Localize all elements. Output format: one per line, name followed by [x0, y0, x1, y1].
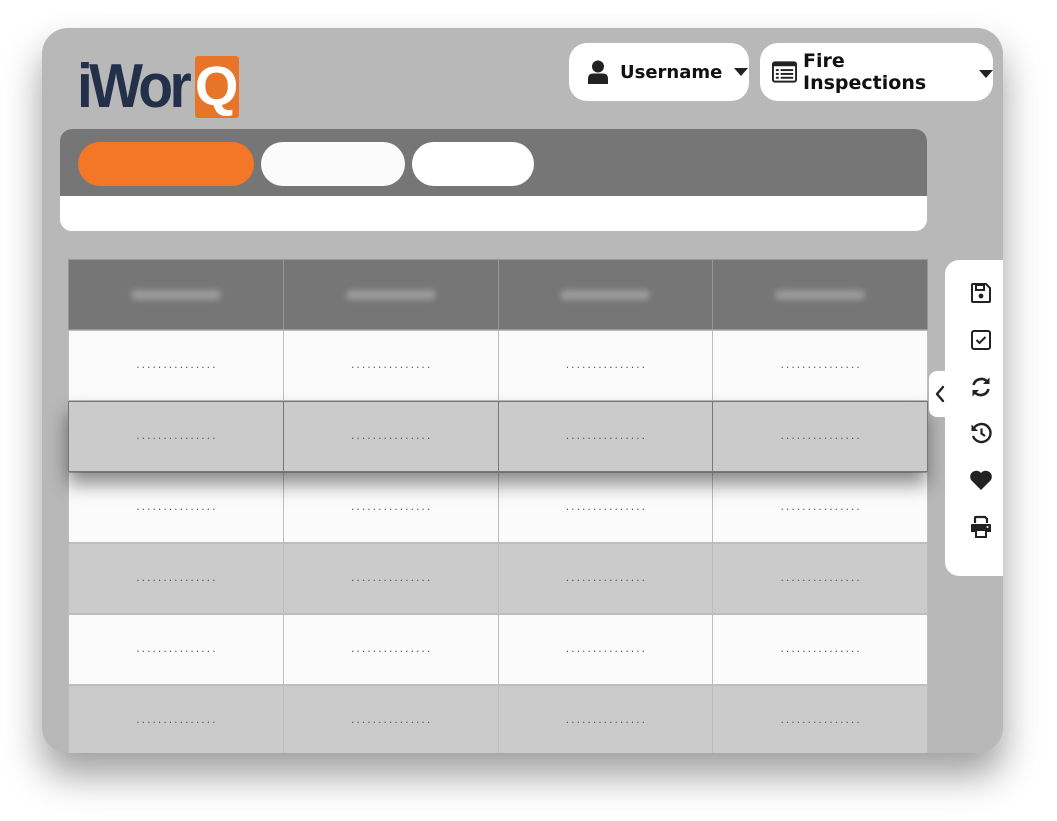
- table-cell[interactable]: ...............: [68, 614, 284, 685]
- table-cell[interactable]: ...............: [282, 330, 499, 401]
- chevron-left-icon: [935, 385, 945, 403]
- cell-value: ...............: [779, 715, 861, 726]
- save-button[interactable]: [967, 279, 995, 307]
- cell-value: ...............: [135, 360, 217, 371]
- app-window: iWor Q Username Fire Inspections .......…: [42, 28, 1003, 753]
- cell-value: ...............: [135, 573, 217, 584]
- module-menu-button[interactable]: Fire Inspections: [760, 43, 993, 101]
- cell-value: ...............: [135, 715, 217, 726]
- table-row[interactable]: ........................................…: [68, 614, 928, 685]
- chevron-down-icon: [979, 70, 993, 78]
- chevron-down-icon: [734, 68, 749, 76]
- tab-bar: [60, 129, 927, 196]
- table-cell[interactable]: ...............: [68, 401, 284, 472]
- floppy-disk-icon: [971, 283, 991, 303]
- cell-value: ...............: [349, 431, 432, 442]
- table-cell[interactable]: ...............: [712, 330, 928, 401]
- logo-text: iWor: [77, 52, 192, 121]
- user-icon: [588, 60, 608, 84]
- table-row[interactable]: ........................................…: [68, 330, 928, 401]
- cell-value: ...............: [349, 502, 432, 513]
- cell-value: ...............: [779, 431, 861, 442]
- cell-value: ...............: [564, 502, 647, 513]
- refresh-button[interactable]: [967, 373, 995, 401]
- table-cell[interactable]: ...............: [282, 472, 499, 543]
- table-cell[interactable]: ...............: [68, 472, 284, 543]
- table-cell[interactable]: ...............: [282, 543, 499, 614]
- table-row[interactable]: ........................................…: [68, 401, 928, 472]
- table-cell[interactable]: ...............: [497, 685, 714, 753]
- table-cell[interactable]: ...............: [497, 472, 714, 543]
- table-cell[interactable]: ...............: [712, 401, 928, 472]
- data-table: ........................................…: [68, 259, 928, 753]
- table-row[interactable]: ........................................…: [68, 685, 928, 753]
- table-cell[interactable]: ...............: [68, 543, 284, 614]
- table-cell[interactable]: ...............: [282, 685, 499, 753]
- cell-value: ...............: [564, 431, 647, 442]
- cell-value: ...............: [564, 360, 647, 371]
- refresh-icon: [972, 377, 990, 397]
- iworq-logo[interactable]: iWor Q: [77, 52, 239, 118]
- table-row[interactable]: ........................................…: [68, 472, 928, 543]
- table-cell[interactable]: ...............: [712, 614, 928, 685]
- username-label: Username: [620, 61, 723, 83]
- heart-icon: [970, 470, 992, 490]
- column-header[interactable]: [712, 259, 928, 330]
- module-label: Fire Inspections: [803, 50, 927, 94]
- favorite-button[interactable]: [967, 466, 995, 494]
- cell-value: ...............: [135, 431, 217, 442]
- table-cell[interactable]: ...............: [497, 401, 714, 472]
- cell-value: ...............: [135, 502, 217, 513]
- table-cell[interactable]: ...............: [68, 685, 284, 753]
- column-header[interactable]: [282, 259, 499, 330]
- table-row[interactable]: ........................................…: [68, 543, 928, 614]
- column-header[interactable]: [497, 259, 714, 330]
- cell-value: ...............: [779, 360, 861, 371]
- table-cell[interactable]: ...............: [712, 472, 928, 543]
- checkbox-icon: [971, 330, 991, 350]
- tab-1[interactable]: [78, 142, 254, 186]
- table-cell[interactable]: ...............: [68, 330, 284, 401]
- cell-value: ...............: [135, 644, 217, 655]
- toolbar-collapse-button[interactable]: [929, 371, 951, 417]
- cell-value: ...............: [779, 644, 861, 655]
- table-cell[interactable]: ...............: [497, 614, 714, 685]
- cell-value: ...............: [349, 644, 432, 655]
- table-cell[interactable]: ...............: [497, 543, 714, 614]
- list-icon: [772, 61, 798, 83]
- cell-value: ...............: [779, 502, 861, 513]
- tab-3[interactable]: [412, 142, 534, 186]
- logo-accent: Q: [194, 54, 239, 118]
- print-button[interactable]: [967, 513, 995, 541]
- table-cell[interactable]: ...............: [497, 330, 714, 401]
- history-button[interactable]: [967, 419, 995, 447]
- history-icon: [971, 422, 992, 444]
- table-cell[interactable]: ...............: [712, 685, 928, 753]
- table-cell[interactable]: ...............: [282, 401, 499, 472]
- user-menu-button[interactable]: Username: [569, 43, 749, 101]
- cell-value: ...............: [564, 715, 647, 726]
- cell-value: ...............: [349, 715, 432, 726]
- cell-value: ...............: [779, 573, 861, 584]
- column-header[interactable]: [68, 259, 284, 330]
- cell-value: ...............: [349, 360, 432, 371]
- table-header-row: [68, 259, 928, 330]
- cell-value: ...............: [564, 644, 647, 655]
- cell-value: ...............: [349, 573, 432, 584]
- tabs-panel: [60, 129, 927, 231]
- tab-2[interactable]: [261, 142, 405, 186]
- cell-value: ...............: [564, 573, 647, 584]
- tab-content-area: [60, 196, 927, 231]
- complete-button[interactable]: [967, 326, 995, 354]
- side-toolbar: [945, 260, 1003, 576]
- table-cell[interactable]: ...............: [282, 614, 499, 685]
- table-body: ........................................…: [68, 330, 928, 753]
- table-cell[interactable]: ...............: [712, 543, 928, 614]
- printer-icon: [971, 515, 991, 538]
